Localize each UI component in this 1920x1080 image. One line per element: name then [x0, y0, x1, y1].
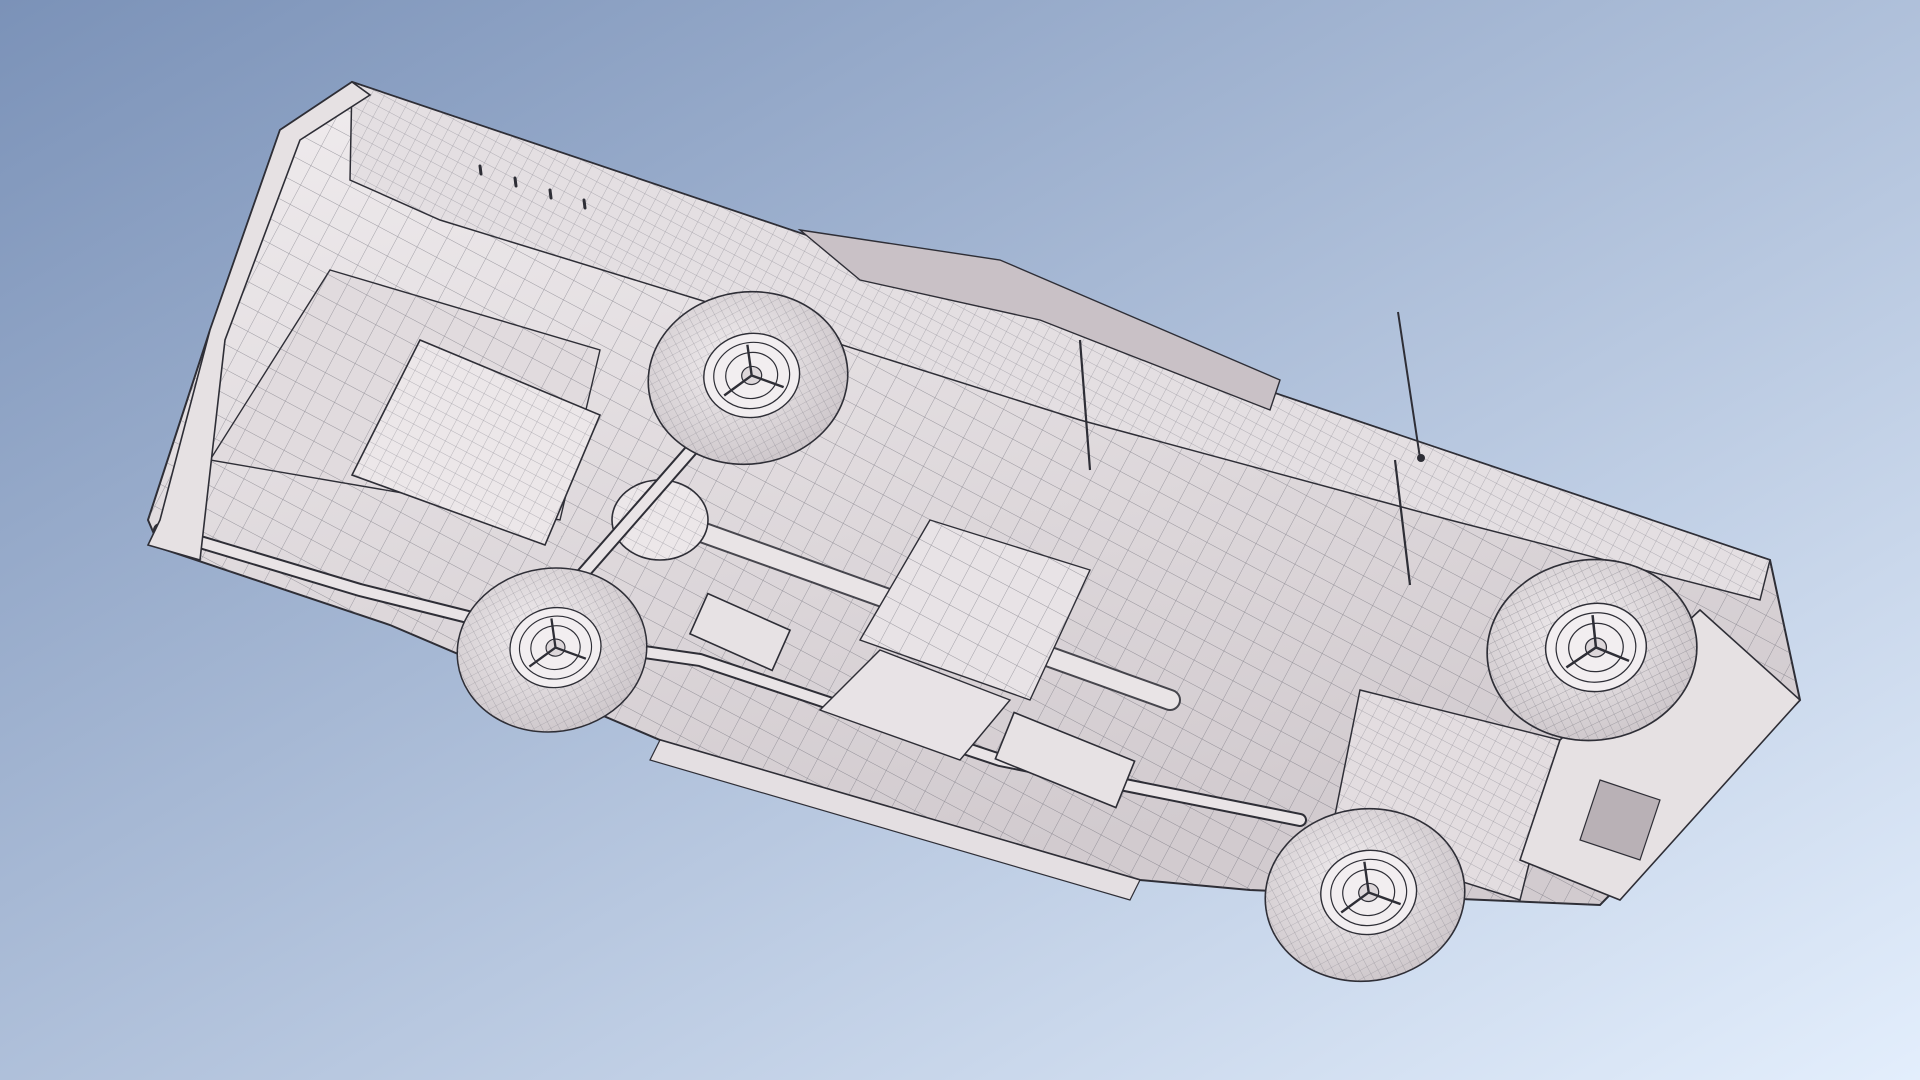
render-canvas: [0, 0, 1920, 1080]
render-viewport: [0, 0, 1920, 1080]
